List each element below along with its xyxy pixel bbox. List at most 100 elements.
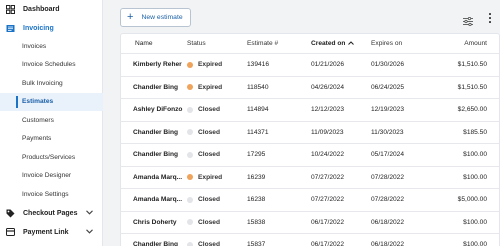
cell-status: Expired: [187, 54, 222, 76]
sidebar-item-payment-link[interactable]: Payment Link: [0, 223, 103, 241]
sidebar-item-label: Invoices: [22, 42, 47, 50]
table-row[interactable]: Chandler Bing Expired 118540 04/26/2024 06/2…: [121, 77, 499, 99]
cell-estimate: 114894: [247, 106, 269, 114]
cell-name: Chandler Bing: [133, 151, 179, 159]
cell-created: 07/27/2022: [311, 196, 345, 204]
cell-name: Ashley DiFonzo: [133, 106, 183, 114]
sidebar-item-invoice-settings[interactable]: Invoice Settings: [0, 185, 103, 204]
table-row[interactable]: Chandler Bing Closed 114371 11/09/2023 11/30…: [121, 122, 499, 144]
new-estimate-button[interactable]: + New estimate: [120, 8, 191, 27]
filter-icon[interactable]: [463, 13, 473, 27]
cell-status: Closed: [187, 122, 220, 144]
sidebar-item-dashboard[interactable]: Dashboard: [0, 0, 103, 18]
table-row[interactable]: Chris Doherty Closed 15838 06/17/2022 06/18/…: [121, 212, 499, 234]
sidebar-item-label: Estimates: [22, 98, 54, 106]
cell-created: 06/17/2022: [311, 218, 345, 226]
table-header-row: Name Status Estimate # Created on Expire…: [121, 34, 499, 54]
chevron-down-icon[interactable]: [86, 228, 93, 236]
column-header-status[interactable]: Status: [187, 34, 206, 53]
status-dot-icon: [187, 106, 193, 113]
sidebar-item-label: Dashboard: [23, 5, 60, 13]
sidebar-item-bulk-invoicing[interactable]: Bulk Invoicing: [0, 74, 103, 93]
cell-name: Amanda Marq...: [133, 173, 183, 181]
sidebar-item-invoice-schedules[interactable]: Invoice Schedules: [0, 56, 103, 75]
sidebar-item-invoicing[interactable]: Invoicing: [0, 19, 103, 37]
chevron-down-icon[interactable]: [86, 209, 93, 217]
column-header-amount[interactable]: Amount: [464, 34, 487, 53]
dashboard-icon: [6, 4, 15, 14]
cell-expires: 06/24/2025: [371, 83, 405, 91]
cell-created: 12/12/2023: [311, 106, 345, 114]
cell-name: Chandler Bing: [133, 241, 179, 246]
status-dot-icon: [187, 219, 193, 226]
sidebar-item-label: Invoice Settings: [22, 190, 69, 198]
cell-amount: $185.50: [463, 128, 487, 136]
table-row[interactable]: Ashley DiFonzo Closed 114894 12/12/2023 12/1…: [121, 99, 499, 122]
status-dot-icon: [187, 61, 193, 68]
status-badge: Closed: [198, 218, 220, 226]
cell-amount: $1,510.50: [457, 61, 487, 69]
status-badge: Closed: [198, 241, 220, 246]
cell-amount: $100.00: [463, 151, 487, 159]
new-estimate-label: New estimate: [141, 14, 183, 21]
cell-estimate: 16239: [247, 173, 266, 181]
column-header-estimate[interactable]: Estimate #: [247, 34, 278, 53]
cell-status: Closed: [187, 212, 220, 234]
cell-status: Closed: [187, 144, 220, 166]
status-badge: Expired: [198, 83, 223, 91]
column-header-created[interactable]: Created on: [311, 34, 355, 53]
status-dot-icon: [187, 241, 193, 246]
status-badge: Expired: [198, 173, 223, 181]
cell-status: Expired: [187, 167, 222, 189]
cell-created: 04/26/2024: [311, 83, 345, 91]
more-options-icon[interactable]: [487, 12, 493, 24]
table-row[interactable]: Amanda Marq... Expired 16239 07/27/2022 07/2…: [121, 167, 499, 189]
cell-expires: 05/17/2024: [371, 151, 405, 159]
table-row[interactable]: Chandler Bing Closed 17295 10/24/2022 05/17/…: [121, 144, 499, 167]
sidebar-item-invoice-designer[interactable]: Invoice Designer: [0, 167, 103, 186]
column-header-name[interactable]: Name: [135, 34, 153, 53]
cell-created: 11/09/2023: [311, 128, 344, 136]
cell-estimate: 15838: [247, 218, 266, 226]
cell-estimate: 17295: [247, 151, 266, 159]
card-icon: [6, 228, 15, 237]
cell-expires: 06/18/2022: [371, 218, 405, 226]
table-row[interactable]: Amanda Marq... Closed 16238 07/27/2022 07/28…: [121, 189, 499, 212]
sidebar-item-customers[interactable]: Customers: [0, 111, 103, 130]
cell-estimate: 15837: [247, 241, 266, 246]
cell-status: Closed: [187, 189, 220, 211]
cell-name: Chris Doherty: [133, 218, 177, 226]
cell-amount: $1,510.50: [457, 83, 487, 91]
status-badge: Closed: [198, 128, 220, 136]
sidebar-item-products-services[interactable]: Products/Services: [0, 148, 103, 167]
cell-expires: 07/28/2022: [371, 173, 405, 181]
sidebar-item-label: Bulk Invoicing: [22, 79, 63, 87]
cell-status: Expired: [187, 77, 222, 99]
cell-estimate: 114371: [247, 128, 269, 136]
sidebar-item-payments[interactable]: Payments: [0, 130, 103, 149]
sidebar-item-label: Customers: [22, 116, 54, 124]
cell-expires: 07/28/2022: [371, 196, 405, 204]
sidebar-item-estimates[interactable]: Estimates: [0, 92, 103, 111]
column-header-expires[interactable]: Expires on: [371, 34, 402, 53]
cell-created: 06/17/2022: [311, 241, 345, 246]
table-row[interactable]: Kimberly Reher Expired 139416 01/21/2026 01/…: [121, 54, 499, 77]
sidebar-item-checkout-pages[interactable]: Checkout Pages: [0, 204, 103, 222]
cell-amount: $2,650.00: [457, 106, 487, 114]
cell-amount: $100.00: [463, 173, 487, 181]
cell-amount: $100.00: [463, 218, 487, 226]
sidebar: Dashboard Invoicing Invoices Invoice Sch…: [0, 0, 103, 246]
sidebar-item-label: Invoice Schedules: [22, 61, 76, 69]
sidebar-item-invoices[interactable]: Invoices: [0, 37, 103, 56]
status-dot-icon: [187, 129, 193, 136]
table-row[interactable]: Chandler Bing Closed 15837 06/17/2022 06/18/…: [121, 234, 499, 246]
sidebar-item-label: Invoice Designer: [22, 172, 72, 180]
cell-amount: $5,000.00: [457, 196, 487, 204]
cell-expires: 01/30/2026: [371, 61, 405, 69]
cell-created: 07/27/2022: [311, 173, 345, 181]
cell-name: Kimberly Reher: [133, 61, 182, 69]
cell-estimate: 16238: [247, 196, 266, 204]
cell-name: Chandler Bing: [133, 83, 179, 91]
cell-name: Chandler Bing: [133, 128, 179, 136]
estimates-table: Name Status Estimate # Created on Expire…: [120, 33, 500, 246]
